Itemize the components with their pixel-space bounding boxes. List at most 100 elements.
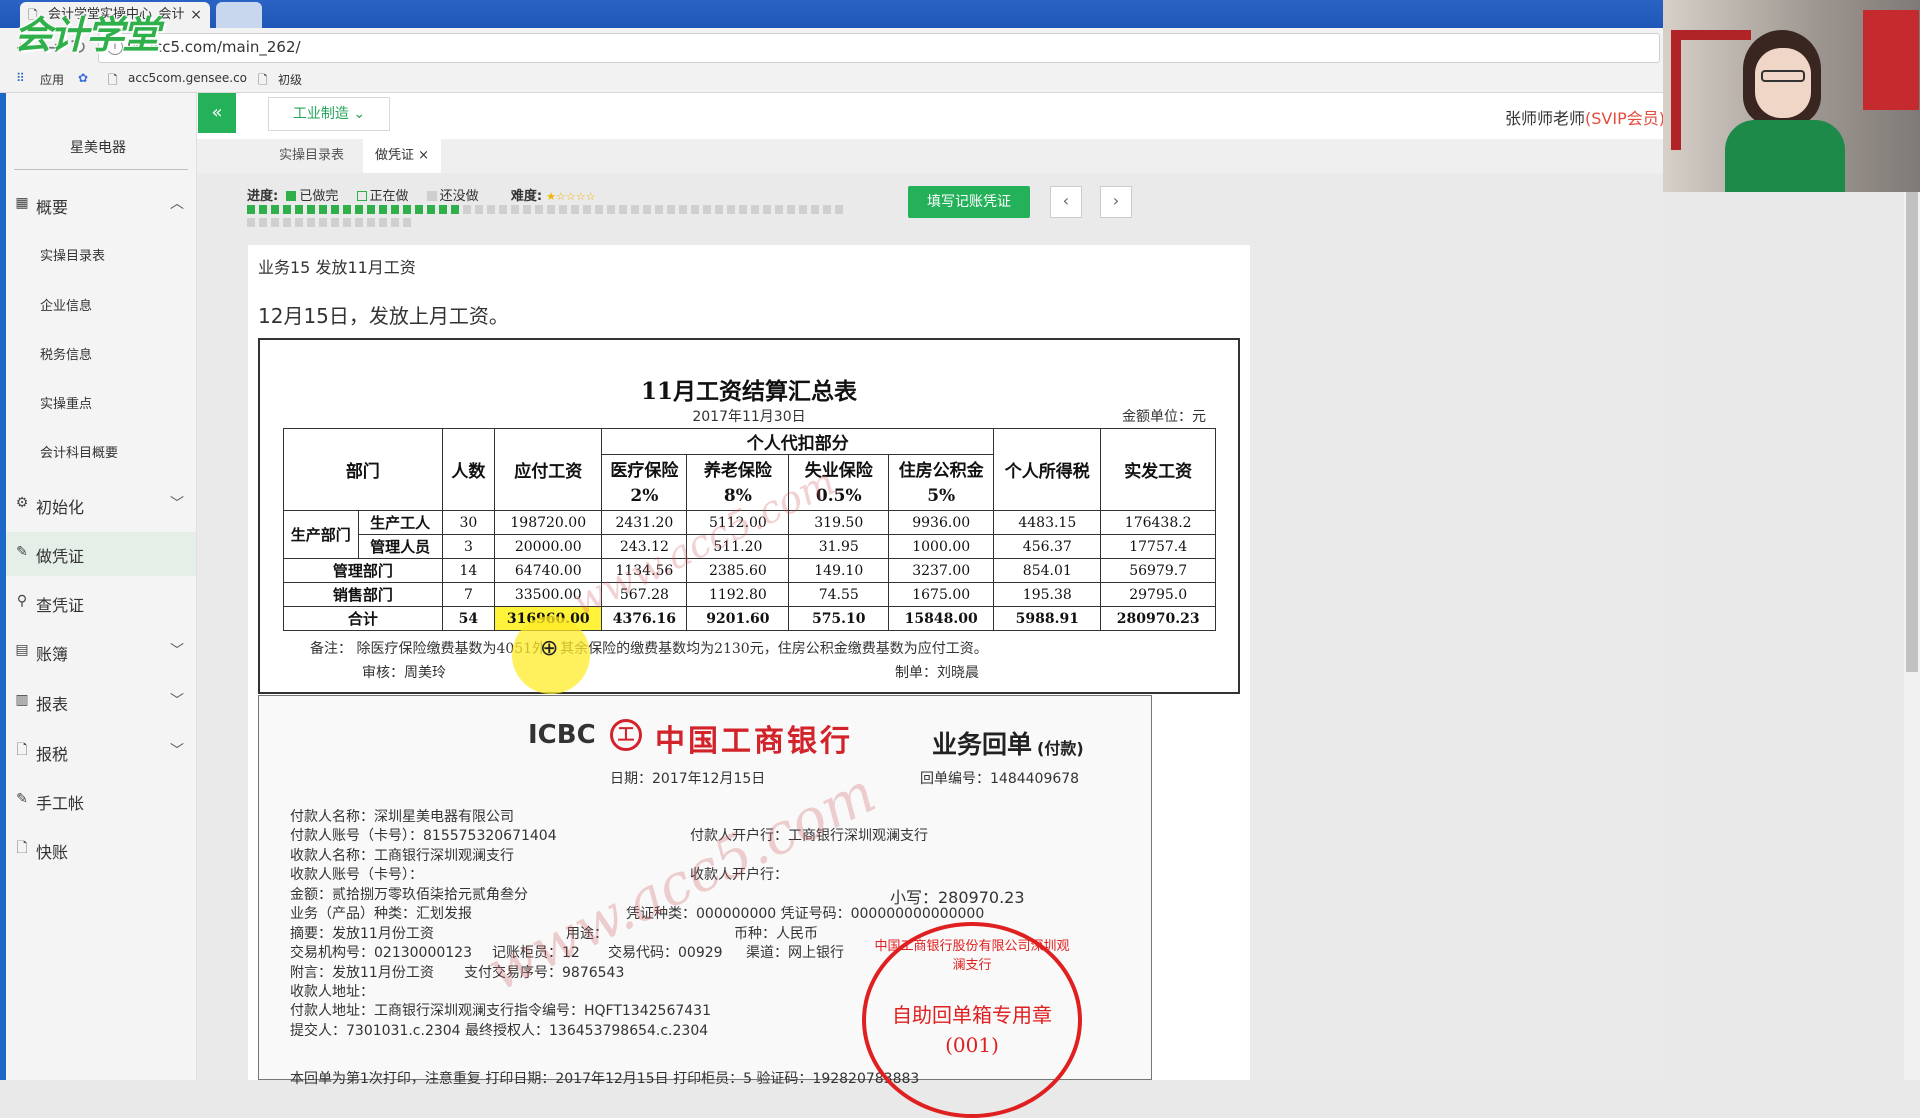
sidebar-item-quick-ledger[interactable]: 🗋 快账 <box>0 828 196 872</box>
sidebar-subitem-key-points[interactable]: 实操重点 <box>40 393 92 412</box>
file-icon: 🗋 <box>16 742 28 758</box>
bookmark-gensee[interactable]: acc5com.gensee.co <box>128 71 247 85</box>
cell-housing: 15848.00 <box>888 606 995 631</box>
app-header <box>197 93 1663 140</box>
progress-segment <box>607 205 615 214</box>
bookmark-beginner[interactable]: 初级 <box>278 71 302 88</box>
bookmark-apps[interactable]: 应用 <box>40 71 64 88</box>
col-header-housing-rate: 5% <box>888 482 995 511</box>
file-icon: 🗋 <box>16 840 28 856</box>
icbc-logo-text: ICBC <box>528 720 596 750</box>
done-swatch <box>286 191 297 201</box>
sidebar-item-manual-ledger[interactable]: ✎ 手工帐 <box>0 779 196 823</box>
progress-segment <box>571 205 579 214</box>
cell-count: 30 <box>441 510 496 535</box>
cell-actual: 56979.7 <box>1100 558 1216 583</box>
col-header-payable: 应付工资 <box>494 428 603 511</box>
sidebar-item-make-voucher[interactable]: ✎ 做凭证 <box>0 532 196 576</box>
content-tabs: 实操目录表 做凭证 × <box>197 139 1663 173</box>
progress-segment <box>355 218 363 227</box>
col-header-medical: 医疗保险 <box>601 454 688 483</box>
tab-close-icon[interactable]: × <box>418 148 429 163</box>
progress-segment <box>715 205 723 214</box>
chevron-down-icon: ﹀ <box>170 643 184 659</box>
cell-housing: 9936.00 <box>888 510 995 535</box>
next-button[interactable]: › <box>1100 186 1132 218</box>
progress-segment <box>367 205 375 214</box>
sidebar-item-label: 手工帐 <box>36 794 85 813</box>
pen-icon: ✎ <box>16 544 28 560</box>
todo-label: 还没做 <box>439 189 479 204</box>
cell-tax: 5988.91 <box>993 606 1102 631</box>
progress-segment <box>331 218 339 227</box>
sidebar-item-overview[interactable]: ▦ 概要 ︿ <box>0 183 196 227</box>
sidebar-item-label: 查凭证 <box>36 596 85 615</box>
progress-segment <box>463 205 471 214</box>
user-info[interactable]: 张师师老师(SVIP会员) <box>1505 105 1665 129</box>
cell-housing: 3237.00 <box>888 558 995 583</box>
doing-swatch <box>356 191 367 201</box>
receipt-line: 业务（产品）种类：汇划发报 <box>290 906 472 922</box>
page-icon: 🗋 <box>108 73 118 87</box>
scrollbar-thumb[interactable] <box>1906 112 1918 672</box>
cell-unemployment: 149.10 <box>788 558 890 583</box>
cell-name: 管理部门 <box>283 558 443 583</box>
prev-button[interactable]: ‹ <box>1050 186 1082 218</box>
business-description: 12月15日，发放上月工资。 <box>258 304 509 328</box>
progress-segment <box>787 205 795 214</box>
receipt-line: 金额：贰拾捌万零玖佰柒拾元贰角叁分 <box>290 887 528 903</box>
receipt-subtitle: (付款) <box>1037 739 1084 758</box>
progress-segment <box>403 218 411 227</box>
cell-unemployment: 31.95 <box>788 534 890 559</box>
cell-name: 销售部门 <box>283 582 443 607</box>
cell-count: 14 <box>441 558 496 583</box>
sidebar-item-ledger[interactable]: ▤ 账簿 ﹀ <box>0 630 196 674</box>
col-header-medical-rate: 2% <box>601 482 688 511</box>
sidebar-subitem-accounts[interactable]: 会计科目概要 <box>40 442 118 461</box>
difficulty-stars: ★☆☆☆☆ <box>546 190 596 203</box>
sidebar-subitem-catalog[interactable]: 实操目录表 <box>40 245 105 264</box>
progress-segment <box>511 205 519 214</box>
new-tab-button[interactable] <box>216 2 262 28</box>
chevron-up-icon: ︿ <box>170 196 184 212</box>
stamp-center-text: 自助回单箱专用章 (001) <box>880 1000 1064 1060</box>
stamp-number: (001) <box>945 1033 999 1057</box>
tab-make-voucher[interactable]: 做凭证 × <box>363 139 442 173</box>
sidebar-item-reports[interactable]: ▥ 报表 ﹀ <box>0 680 196 724</box>
sidebar-item-init[interactable]: ⚙ 初始化 ﹀ <box>0 483 196 527</box>
tab-close-icon[interactable]: × <box>190 2 202 28</box>
url-input[interactable]: i lx.acc5.com/main_262/ <box>98 33 1660 63</box>
sidebar-subitem-tax-info[interactable]: 税务信息 <box>40 344 92 363</box>
progress-segment <box>247 218 255 227</box>
progress-segment <box>487 205 495 214</box>
apps-grid-icon[interactable]: ⠿ <box>16 71 25 85</box>
sidebar-item-label: 概要 <box>36 198 69 217</box>
collapse-sidebar-button[interactable]: « <box>198 93 236 133</box>
address-bar: ← → ↻ i lx.acc5.com/main_262/ <box>0 28 1920 67</box>
tab-catalog[interactable]: 实操目录表 <box>267 139 356 173</box>
sidebar-item-tax-filing[interactable]: 🗋 报税 ﹀ <box>0 730 196 774</box>
industry-dropdown[interactable]: 工业制造 ⌄ <box>268 97 390 131</box>
progress-segment <box>823 205 831 214</box>
cell-count: 54 <box>441 606 496 631</box>
progress-segment <box>343 205 351 214</box>
sidebar-subitem-company-info[interactable]: 企业信息 <box>40 295 92 314</box>
sidebar-item-label: 快账 <box>36 843 69 862</box>
receipt-line: 收款人地址： <box>290 984 374 1000</box>
doing-label: 正在做 <box>369 189 409 204</box>
paw-icon: ✿ <box>78 71 89 85</box>
pen-icon: ✎ <box>16 791 28 807</box>
sidebar-item-label: 初始化 <box>36 498 85 517</box>
sidebar-item-label: 账簿 <box>36 645 69 664</box>
progress-segment <box>667 205 675 214</box>
progress-segment <box>307 205 315 214</box>
user-level-badge: (SVIP会员) <box>1585 109 1665 128</box>
user-name: 张师师老师 <box>1505 109 1586 128</box>
progress-segment <box>775 205 783 214</box>
search-icon: ⚲ <box>16 593 28 609</box>
zoom-in-icon: ⊕ <box>540 636 559 661</box>
progress-segment <box>619 205 627 214</box>
sidebar-item-search-voucher[interactable]: ⚲ 查凭证 <box>0 581 196 625</box>
fill-voucher-button[interactable]: 填写记账凭证 <box>908 186 1030 218</box>
receipt-line: 收款人账号（卡号）： <box>290 867 423 883</box>
